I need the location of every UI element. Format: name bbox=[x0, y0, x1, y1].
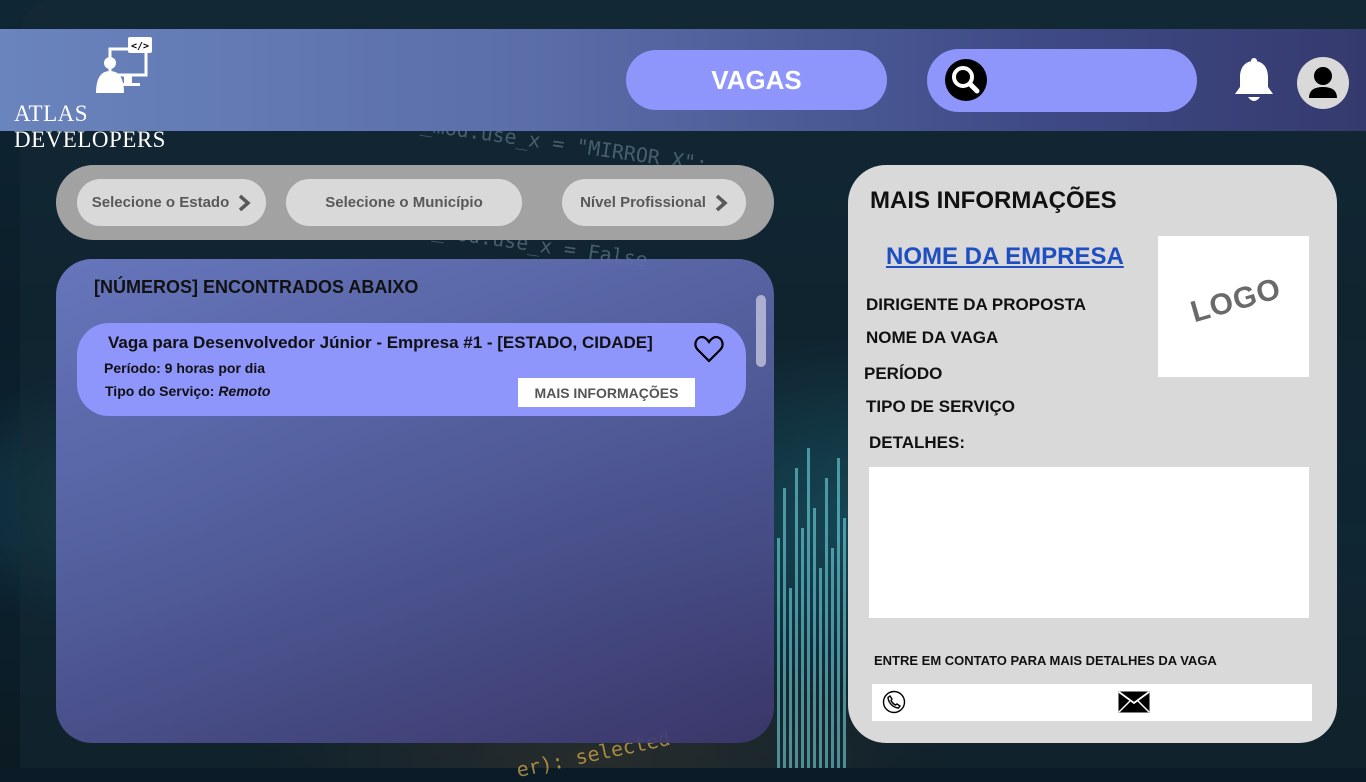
svg-text:</>: </> bbox=[131, 41, 149, 52]
job-service-label: Tipo do Serviço: bbox=[105, 383, 215, 399]
favorite-heart-icon[interactable] bbox=[694, 335, 724, 363]
job-service-type: Tipo do Serviço: Remoto bbox=[105, 383, 270, 399]
job-period-label: Período: bbox=[104, 360, 161, 376]
email-icon[interactable] bbox=[1118, 691, 1150, 713]
chevron-right-icon bbox=[239, 194, 251, 211]
contact-instructions: ENTRE EM CONTATO PARA MAIS DETALHES DA V… bbox=[874, 653, 1217, 668]
municipality-select[interactable]: Selecione o Município bbox=[286, 179, 522, 226]
phone-icon[interactable] bbox=[882, 690, 906, 714]
developer-computer-icon: </> bbox=[96, 37, 152, 93]
details-title: MAIS INFORMAÇÕES bbox=[870, 187, 1117, 214]
more-info-button[interactable]: MAIS INFORMAÇÕES bbox=[518, 378, 695, 407]
field-job-name: NOME DA VAGA bbox=[866, 328, 999, 347]
results-panel: [NÚMEROS] ENCONTRADOS ABAIXO Vaga para D… bbox=[56, 259, 774, 743]
company-name-link[interactable]: NOME DA EMPRESA bbox=[886, 243, 1124, 271]
brand-name: ATLAS DEVELOPERS bbox=[14, 101, 166, 152]
details-label: DETALHES: bbox=[869, 433, 966, 452]
company-logo-text: LOGO bbox=[1187, 271, 1285, 330]
contact-bar bbox=[872, 684, 1312, 721]
municipality-select-label: Selecione o Município bbox=[325, 194, 483, 211]
state-select[interactable]: Selecione o Estado bbox=[77, 179, 266, 226]
field-service-type: TIPO DE SERVIÇO bbox=[866, 397, 1015, 416]
background-chart-bars bbox=[775, 430, 848, 768]
notification-bell-icon[interactable] bbox=[1232, 57, 1276, 105]
search-bar bbox=[927, 49, 1197, 112]
job-card[interactable]: Vaga para Desenvolvedor Júnior - Empresa… bbox=[77, 323, 746, 416]
field-period: PERÍODO bbox=[864, 364, 943, 383]
results-scrollbar[interactable] bbox=[756, 295, 766, 367]
user-avatar[interactable] bbox=[1297, 57, 1349, 109]
job-period-value: 9 horas por dia bbox=[164, 360, 266, 376]
results-count-title: [NÚMEROS] ENCONTRADOS ABAIXO bbox=[94, 277, 419, 297]
search-input[interactable] bbox=[997, 63, 1181, 99]
field-proposal-lead: DIRIGENTE DA PROPOSTA bbox=[866, 295, 1087, 314]
filter-bar: Selecione o Estado Selecione o Município… bbox=[56, 165, 774, 240]
job-details-panel: MAIS INFORMAÇÕES NOME DA EMPRESA LOGO DI… bbox=[848, 165, 1337, 743]
user-icon bbox=[1309, 67, 1337, 98]
search-icon[interactable] bbox=[945, 59, 987, 101]
level-select[interactable]: Nível Profissional bbox=[562, 179, 746, 226]
company-logo: LOGO bbox=[1158, 236, 1309, 377]
job-service-value: Remoto bbox=[218, 383, 271, 399]
job-title: Vaga para Desenvolvedor Júnior - Empresa… bbox=[108, 333, 653, 352]
vagas-button[interactable]: VAGAS bbox=[626, 50, 887, 110]
job-period: Período: 9 horas por dia bbox=[104, 360, 265, 376]
state-select-label: Selecione o Estado bbox=[91, 194, 230, 211]
chevron-right-icon bbox=[715, 194, 728, 211]
top-header: </> ATLAS DEVELOPERS VAGAS bbox=[0, 29, 1366, 152]
brand-logo[interactable]: </> ATLAS DEVELOPERS bbox=[14, 35, 244, 152]
level-select-label: Nível Profissional bbox=[580, 194, 706, 211]
details-text-area bbox=[869, 467, 1309, 618]
